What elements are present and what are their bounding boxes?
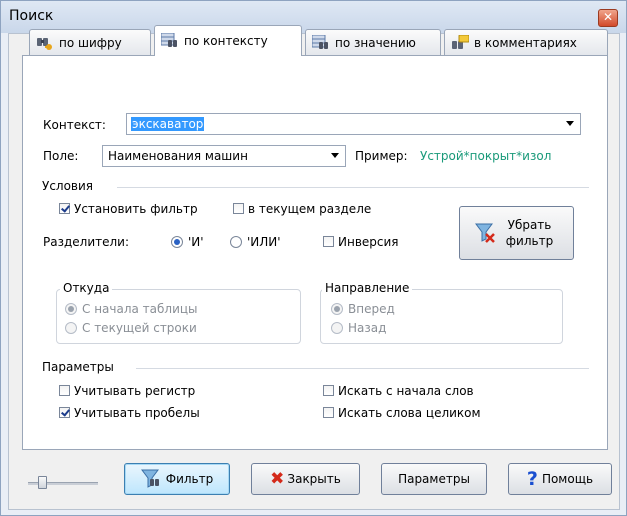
tab-in-comments[interactable]: в комментариях <box>444 29 608 55</box>
direction-back-label: Назад <box>348 321 387 335</box>
checkbox-unchecked-icon[interactable] <box>323 236 334 247</box>
tab-panel-context: Контекст: экскаватор Поле: Наименования … <box>22 55 608 450</box>
checkbox-checked-icon[interactable] <box>59 203 70 214</box>
separator-or-radio[interactable]: 'ИЛИ' <box>230 235 281 249</box>
checkbox-checked-icon[interactable] <box>59 407 70 418</box>
field-value: Наименования машин <box>108 149 248 163</box>
direction-forward-label: Вперед <box>348 302 395 316</box>
current-section-checkbox[interactable]: в текущем разделе <box>233 202 371 216</box>
direction-title: Направление <box>322 281 413 295</box>
separator-and-label: 'И' <box>188 235 204 249</box>
search-dialog: Поиск ✕ по шифру по контексту по значени… <box>0 0 627 516</box>
from-current-radio[interactable]: С текущей строки <box>65 321 197 335</box>
direction-group: Направление Вперед Назад <box>320 281 563 344</box>
window-title: Поиск <box>9 8 54 24</box>
separator-or-label: 'ИЛИ' <box>247 235 281 249</box>
close-button-label: Закрыть <box>287 472 341 486</box>
spaces-checkbox[interactable]: Учитывать пробелы <box>59 406 200 420</box>
example-value: Устрой*покрыт*изол <box>420 149 552 163</box>
set-filter-checkbox[interactable]: Установить фильтр <box>59 202 198 216</box>
close-button[interactable]: ✖ Закрыть <box>251 463 360 495</box>
filter-button-label: Фильтр <box>165 472 214 486</box>
from-title: Откуда <box>60 281 113 295</box>
filter-icon <box>140 468 161 491</box>
whole-words-checkbox[interactable]: Искать слова целиком <box>323 406 481 420</box>
tab-by-value-label: по значению <box>335 35 416 50</box>
field-select[interactable]: Наименования машин <box>102 145 346 167</box>
radio-selected-icon[interactable] <box>65 303 77 315</box>
chevron-down-icon[interactable] <box>566 121 574 126</box>
conditions-title: Условия <box>42 179 94 193</box>
help-button-label: Помощь <box>541 472 594 486</box>
example-label: Пример: <box>355 149 408 163</box>
params-divider <box>136 368 589 369</box>
help-button[interactable]: ? Помощь <box>508 463 612 495</box>
binoculars-comment-icon <box>451 34 470 51</box>
tab-by-context-label: по контексту <box>184 34 268 48</box>
parameters-button-label: Параметры <box>398 472 470 486</box>
from-current-label: С текущей строки <box>82 321 197 335</box>
params-title: Параметры <box>42 360 114 374</box>
radio-unselected-icon[interactable] <box>65 322 77 334</box>
radio-unselected-icon[interactable] <box>331 322 343 334</box>
inversion-label: Инверсия <box>338 235 399 249</box>
separator-and-radio[interactable]: 'И' <box>171 235 204 249</box>
chevron-down-icon[interactable] <box>331 153 339 158</box>
radio-unselected-icon[interactable] <box>230 236 242 248</box>
word-start-checkbox[interactable]: Искать с начала слов <box>323 384 474 398</box>
filter-button[interactable]: Фильтр <box>124 463 230 495</box>
close-icon: ✕ <box>602 10 614 24</box>
checkbox-unchecked-icon[interactable] <box>233 203 244 214</box>
binoculars-table-icon <box>311 34 330 51</box>
context-combobox[interactable]: экскаватор <box>126 113 581 135</box>
context-label: Контекст: <box>43 118 106 132</box>
word-start-label: Искать с начала слов <box>338 384 474 398</box>
separators-label: Разделители: <box>43 235 130 249</box>
remove-filter-button[interactable]: Убрать фильтр <box>459 206 574 260</box>
from-start-radio[interactable]: С начала таблицы <box>65 302 198 316</box>
direction-back-radio[interactable]: Назад <box>331 321 386 335</box>
tab-by-value[interactable]: по значению <box>305 29 441 55</box>
case-checkbox[interactable]: Учитывать регистр <box>59 384 195 398</box>
radio-selected-icon[interactable] <box>171 236 183 248</box>
checkbox-unchecked-icon[interactable] <box>59 385 70 396</box>
tab-in-comments-label: в комментариях <box>474 35 577 50</box>
context-value: экскаватор <box>131 117 205 131</box>
inversion-checkbox[interactable]: Инверсия <box>323 235 399 249</box>
whole-words-label: Искать слова целиком <box>338 406 481 420</box>
binoculars-table-icon <box>160 32 179 49</box>
from-group: Откуда С начала таблицы С текущей строки <box>56 281 301 344</box>
current-section-label: в текущем разделе <box>248 202 372 216</box>
help-icon: ? <box>526 468 538 490</box>
checkbox-unchecked-icon[interactable] <box>323 385 334 396</box>
direction-forward-radio[interactable]: Вперед <box>331 302 395 316</box>
field-label: Поле: <box>43 149 79 163</box>
filter-remove-icon <box>474 221 496 246</box>
tab-by-code-label: по шифру <box>59 35 122 50</box>
binoculars-key-icon <box>36 35 54 51</box>
from-start-label: С начала таблицы <box>82 302 198 316</box>
window-close-button[interactable]: ✕ <box>598 9 618 27</box>
spaces-label: Учитывать пробелы <box>74 406 200 420</box>
parameters-button[interactable]: Параметры <box>381 463 487 495</box>
set-filter-label: Установить фильтр <box>74 202 198 216</box>
tab-by-code[interactable]: по шифру <box>29 29 151 55</box>
case-label: Учитывать регистр <box>74 384 196 398</box>
close-x-icon: ✖ <box>270 469 285 489</box>
opacity-slider-thumb[interactable] <box>38 476 47 489</box>
radio-selected-icon[interactable] <box>331 303 343 315</box>
checkbox-unchecked-icon[interactable] <box>323 407 334 418</box>
conditions-divider <box>117 187 589 188</box>
tab-by-context[interactable]: по контексту <box>154 25 302 56</box>
remove-filter-label: Убрать фильтр <box>505 218 554 248</box>
